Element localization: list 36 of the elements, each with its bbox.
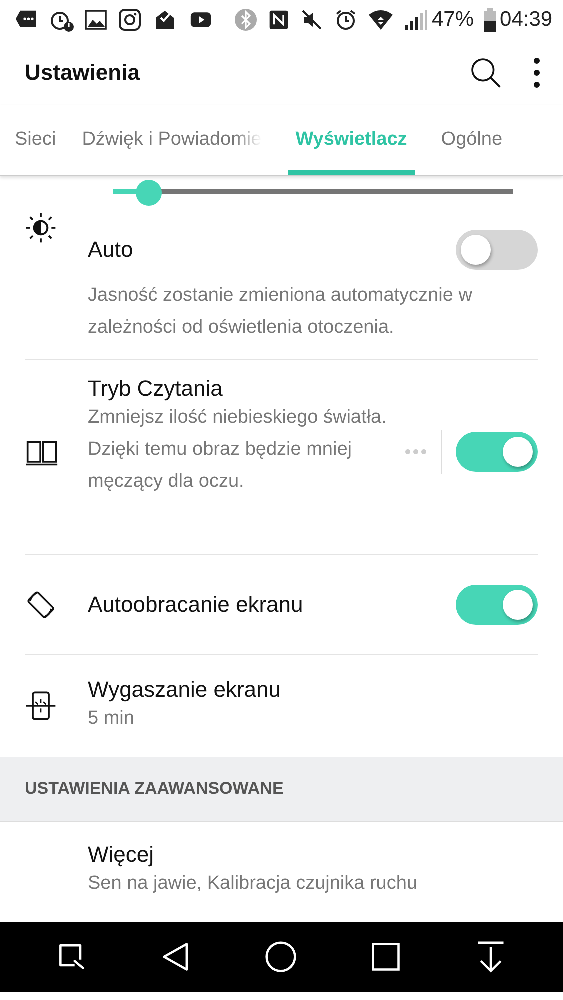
battery-percent: 47% [432,8,474,32]
menu-button[interactable] [533,56,541,88]
rotate-screen-icon [25,588,57,620]
app-title: Ustawienia [25,60,140,84]
section-header: USTAWIENIA ZAAWANSOWANE [25,779,284,799]
setting-summary: Sen na jawie, Kalibracja czujnika ruchu [88,872,419,896]
clock: 04:39 [500,8,553,32]
toggle-switch[interactable] [456,432,538,472]
screen-timeout-icon [25,690,57,722]
camera-icon [118,8,142,32]
setting-description: Zmniejsz ilość niebieskiego światła. Dzięki temu obraz będzie mniej męczący dla oczu. [88,406,388,494]
brightness-icon [25,212,57,244]
setting-title: Więcej [88,842,154,868]
home-button[interactable] [264,940,298,974]
toggle-switch[interactable] [456,230,538,270]
bluetooth-icon [234,8,258,32]
tab[interactable]: Dźwięk i Powiadomie [82,105,262,175]
tab[interactable]: Ogólne [441,105,503,175]
setting-summary: 5 min [88,707,136,731]
wifi-icon [368,9,394,31]
setting-title: Autoobracanie ekranu [88,592,304,616]
nfc-icon [268,8,290,32]
battery-icon [484,8,496,32]
signal-icon [404,9,428,31]
alarm-icon [334,8,358,32]
setting-title: Auto [88,237,134,262]
setting-title: Tryb Czytania [88,376,223,402]
more-icon [405,448,427,456]
tab[interactable]: Sieci [15,105,56,175]
setting-title: Wygaszanie ekranu [88,677,282,703]
toggle-switch[interactable] [456,584,538,624]
search-button[interactable] [469,56,503,90]
mute-icon [300,8,324,32]
setting-description: Jasność zostanie zmieniona automatycznie w zależności od oświetlenia otoczenia. [88,284,474,340]
image-icon [84,8,108,32]
brightness-slider[interactable] [113,180,513,204]
